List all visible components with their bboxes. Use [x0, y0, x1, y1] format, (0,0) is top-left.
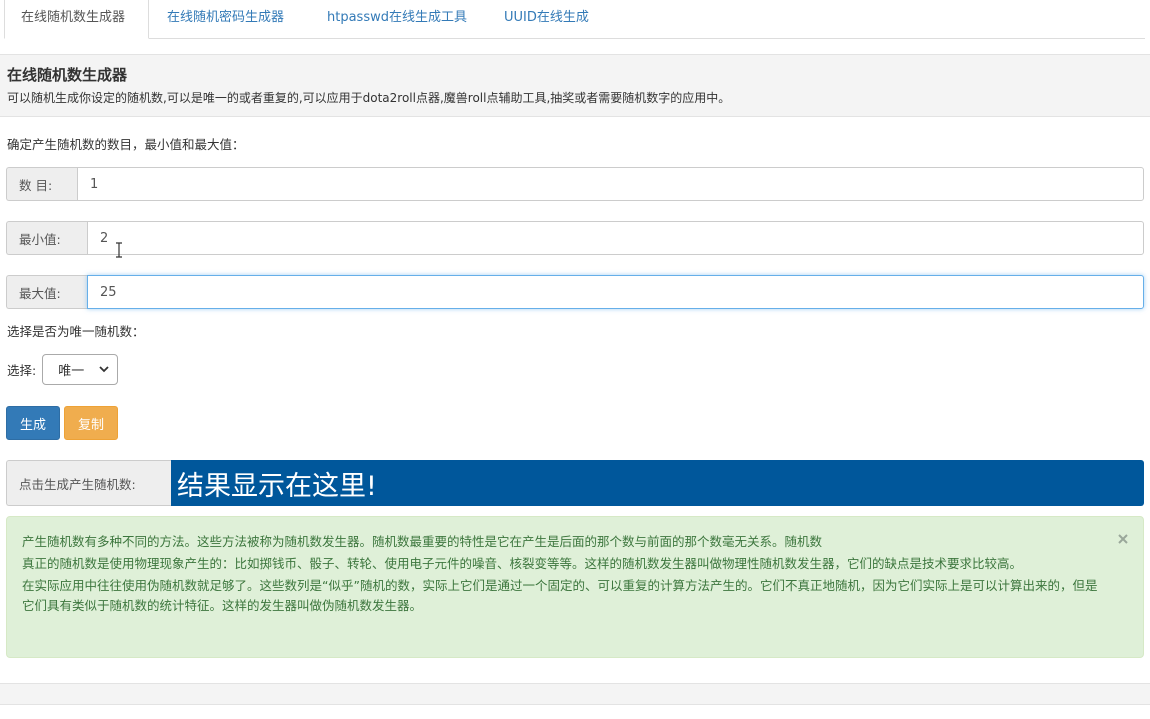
min-label: 最小值:: [6, 221, 87, 255]
max-input[interactable]: [87, 275, 1144, 309]
copy-button[interactable]: 复制: [64, 406, 118, 440]
result-group: 点击生成产生随机数: 结果显示在这里!: [6, 460, 1144, 506]
unique-select-value: 唯一: [58, 363, 85, 379]
chevron-down-icon: [99, 365, 109, 372]
info-paragraph: 真正的随机数是使用物理现象产生的：比如掷钱币、骰子、转轮、使用电子元件的噪音、核…: [22, 556, 1023, 571]
tab-htpasswd[interactable]: htpasswd在线生成工具: [311, 0, 483, 38]
form-intro: 确定产生随机数的数目，最小值和最大值：: [7, 137, 245, 152]
max-group: 最大值:: [6, 275, 1144, 309]
close-icon[interactable]: [1117, 533, 1129, 545]
info-paragraph: 在实际应用中往往使用伪随机数就足够了。这些数列是“似乎”随机的数，实际上它们是通…: [22, 578, 1098, 613]
unique-prompt: 选择是否为唯一随机数：: [7, 324, 145, 339]
generate-button[interactable]: 生成: [6, 406, 60, 440]
info-paragraph: 产生随机数有多种不同的方法。这些方法被称为随机数发生器。随机数最重要的特性是它在…: [22, 534, 823, 549]
max-label: 最大值:: [6, 275, 87, 309]
page-description: 可以随机生成你设定的随机数,可以是唯一的或者重复的,可以应用于dota2roll…: [7, 91, 731, 105]
count-label: 数 目:: [6, 167, 77, 201]
tool-tabs: 在线随机数生成器 在线随机密码生成器 htpasswd在线生成工具 UUID在线…: [4, 0, 1145, 39]
unique-select-row: 选择: 唯一: [7, 353, 119, 385]
result-display: 结果显示在这里!: [171, 460, 1144, 506]
count-input[interactable]: [77, 167, 1144, 201]
page-title: 在线随机数生成器: [7, 66, 128, 84]
footer-band: [0, 683, 1150, 705]
count-group: 数 目:: [6, 167, 1144, 201]
result-label: 点击生成产生随机数:: [6, 460, 171, 506]
text-cursor-icon: [116, 242, 122, 258]
info-alert: 产生随机数有多种不同的方法。这些方法被称为随机数发生器。随机数最重要的特性是它在…: [6, 516, 1144, 658]
unique-select[interactable]: 唯一: [42, 353, 119, 385]
header-panel: 在线随机数生成器 可以随机生成你设定的随机数,可以是唯一的或者重复的,可以应用于…: [0, 54, 1150, 117]
min-group: 最小值:: [6, 221, 1144, 255]
tab-random-password[interactable]: 在线随机密码生成器: [151, 0, 300, 38]
min-input[interactable]: [87, 221, 1144, 255]
tab-uuid[interactable]: UUID在线生成: [488, 0, 605, 38]
select-label: 选择:: [7, 362, 37, 378]
page-root: 在线随机数生成器 在线随机密码生成器 htpasswd在线生成工具 UUID在线…: [0, 0, 1150, 719]
tab-random-number[interactable]: 在线随机数生成器: [4, 0, 149, 39]
